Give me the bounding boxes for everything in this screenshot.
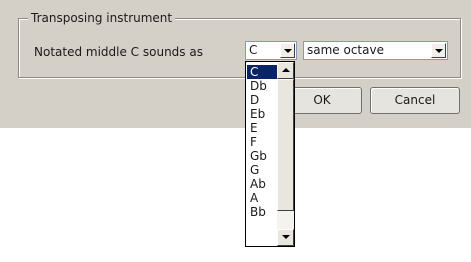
note-option[interactable]: D [247, 93, 277, 107]
note-option[interactable]: G [247, 163, 277, 177]
note-dropdown-list[interactable]: C Db D Eb E F Gb G Ab A Bb [245, 61, 295, 247]
scroll-up-button[interactable] [277, 62, 294, 79]
note-option[interactable]: F [247, 135, 277, 149]
chevron-down-icon [435, 49, 443, 53]
octave-select[interactable]: same octave [303, 41, 448, 60]
note-option[interactable]: Bb [247, 205, 277, 219]
note-option[interactable]: Db [247, 79, 277, 93]
chevron-down-icon [284, 49, 292, 53]
note-option[interactable]: Ab [247, 177, 277, 191]
cancel-button[interactable]: Cancel [370, 87, 460, 114]
note-option[interactable]: A [247, 191, 277, 205]
octave-select-value: same octave [307, 43, 384, 57]
scroll-down-button[interactable] [277, 229, 294, 246]
middle-c-label: Notated middle C sounds as [34, 45, 203, 59]
note-option[interactable]: Eb [247, 107, 277, 121]
arrow-down-icon [282, 235, 290, 239]
note-select-arrow[interactable] [280, 43, 295, 58]
note-select[interactable]: C [245, 41, 297, 60]
note-option[interactable]: E [247, 121, 277, 135]
scroll-thumb[interactable] [277, 79, 294, 211]
group-title: Transposing instrument [28, 11, 176, 26]
octave-select-arrow[interactable] [431, 43, 446, 58]
dropdown-scrollbar[interactable] [277, 62, 294, 246]
dialog-panel: Transposing instrument Notated middle C … [0, 0, 471, 128]
arrow-up-icon [282, 68, 290, 72]
note-select-value: C [249, 43, 258, 57]
note-option[interactable]: C [247, 65, 277, 79]
note-option[interactable]: Gb [247, 149, 277, 163]
